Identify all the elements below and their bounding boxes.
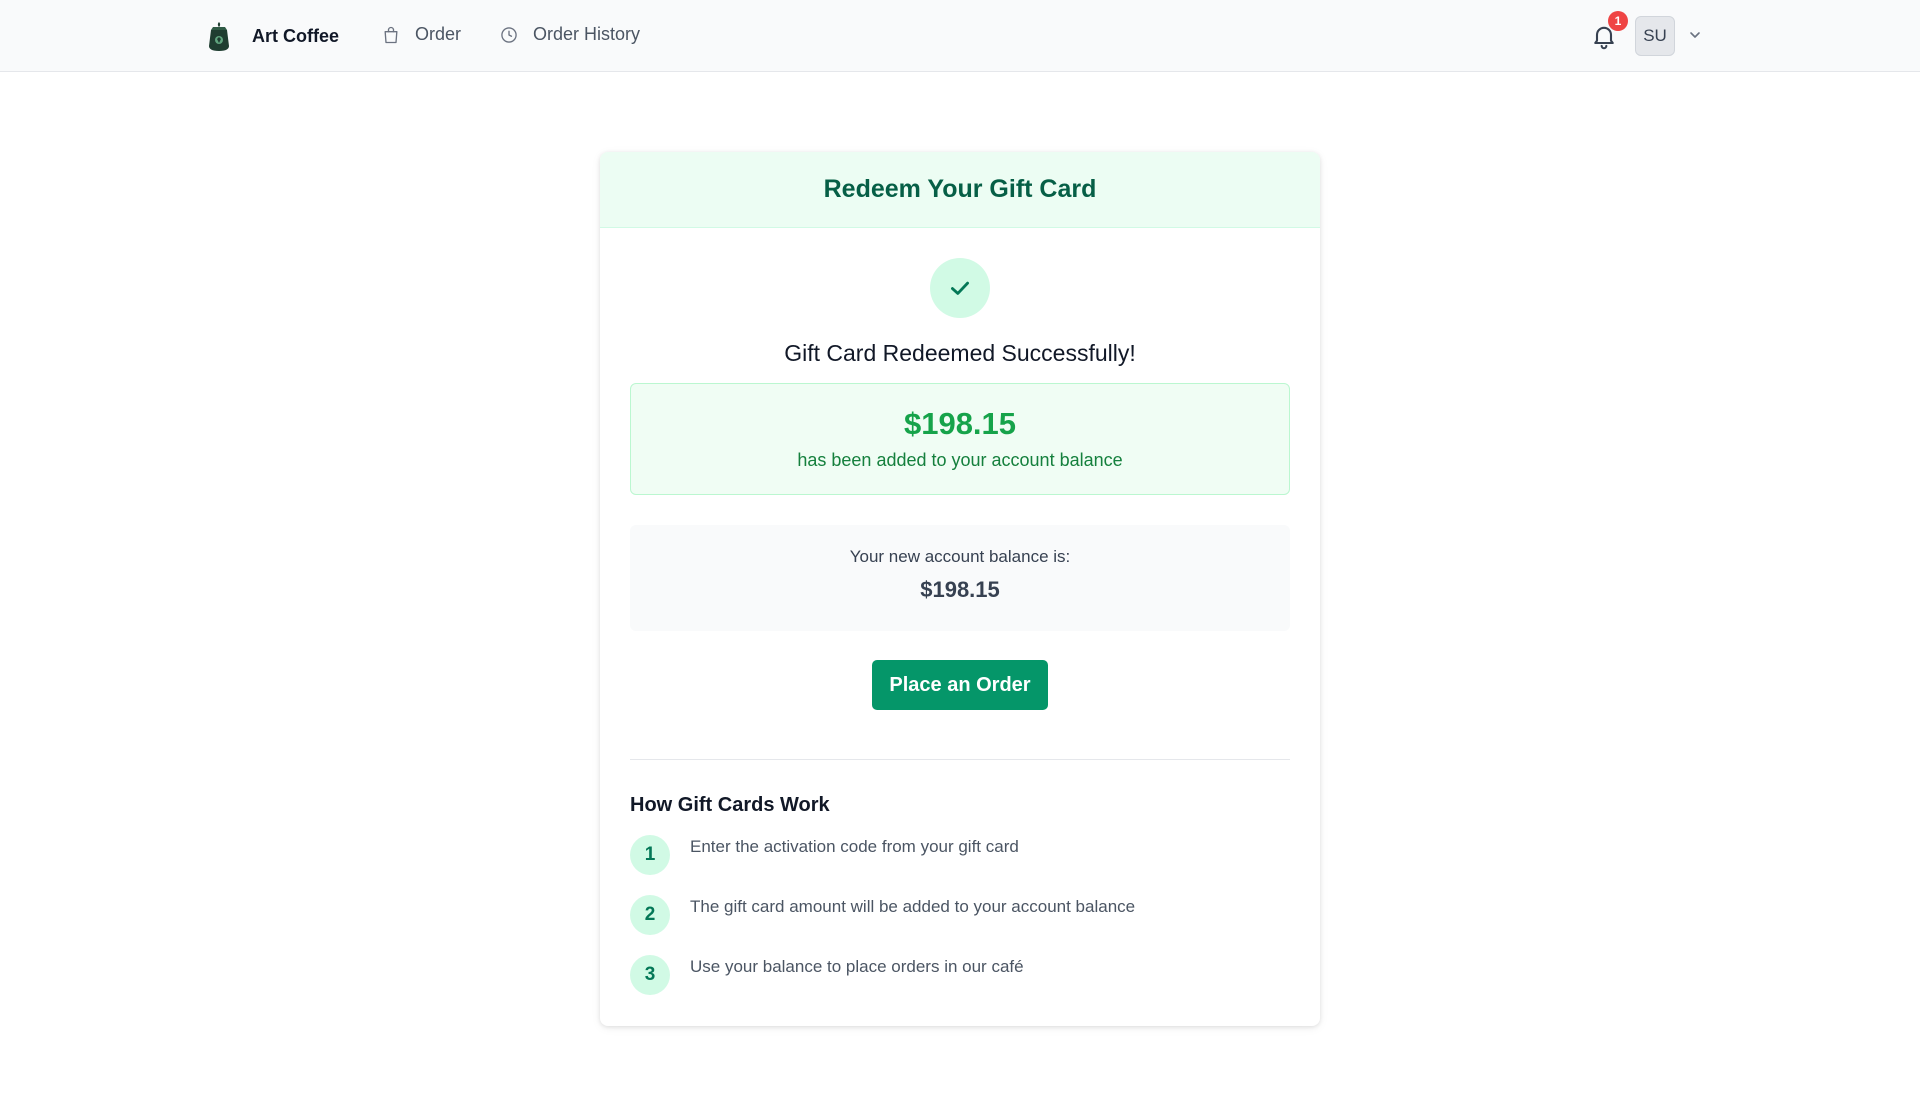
nav-order-history-label: Order History — [533, 24, 641, 44]
notification-count-badge: 1 — [1608, 11, 1628, 31]
chevron-down-icon[interactable] — [1688, 28, 1702, 42]
user-avatar[interactable]: SU — [1635, 16, 1675, 56]
step-text: Use your balance to place orders in our … — [690, 957, 1024, 976]
page-title: Redeem Your Gift Card — [823, 175, 1097, 203]
place-order-button[interactable]: Place an Order — [872, 660, 1048, 710]
notifications-button[interactable]: 1 — [1590, 11, 1628, 50]
brand-name: Art Coffee — [252, 25, 340, 46]
balance-value: $198.15 — [920, 577, 1000, 602]
account-balance-box: Your new account balance is: $198.15 — [630, 525, 1290, 631]
redeemed-amount-box: $198.15 has been added to your account b… — [630, 383, 1290, 495]
success-badge — [930, 258, 990, 318]
how-it-works-title: How Gift Cards Work — [630, 794, 830, 816]
checkmark-icon — [951, 281, 969, 295]
success-message: Gift Card Redeemed Successfully! — [784, 340, 1136, 366]
redeem-gift-card-panel: Redeem Your Gift Card Gift Card Redeemed… — [600, 152, 1320, 1026]
step-item: 2 The gift card amount will be added to … — [630, 895, 1135, 935]
step-number: 2 — [630, 895, 670, 935]
step-text: Enter the activation code from your gift… — [690, 837, 1019, 856]
coffee-logo-icon — [209, 22, 229, 51]
step-item: 3 Use your balance to place orders in ou… — [630, 955, 1024, 995]
section-divider — [630, 759, 1290, 760]
nav-order[interactable]: Order — [381, 24, 461, 45]
redeemed-amount: $198.15 — [903, 406, 1017, 441]
balance-label: Your new account balance is: — [849, 547, 1071, 566]
nav-order-history[interactable]: Order History — [499, 24, 640, 45]
step-text: The gift card amount will be added to yo… — [690, 897, 1136, 916]
nav-order-label: Order — [415, 24, 462, 44]
clock-icon — [501, 26, 517, 43]
redeemed-amount-note: has been added to your account balance — [797, 450, 1123, 470]
shopping-bag-icon — [384, 26, 398, 43]
step-number: 3 — [630, 955, 670, 995]
top-navigation-bar: Art Coffee Order Order History 1 SU — [0, 0, 1920, 72]
step-number: 1 — [630, 835, 670, 875]
card-header: Redeem Your Gift Card — [600, 152, 1320, 228]
step-item: 1 Enter the activation code from your gi… — [630, 835, 1019, 875]
brand[interactable]: Art Coffee — [206, 20, 339, 52]
